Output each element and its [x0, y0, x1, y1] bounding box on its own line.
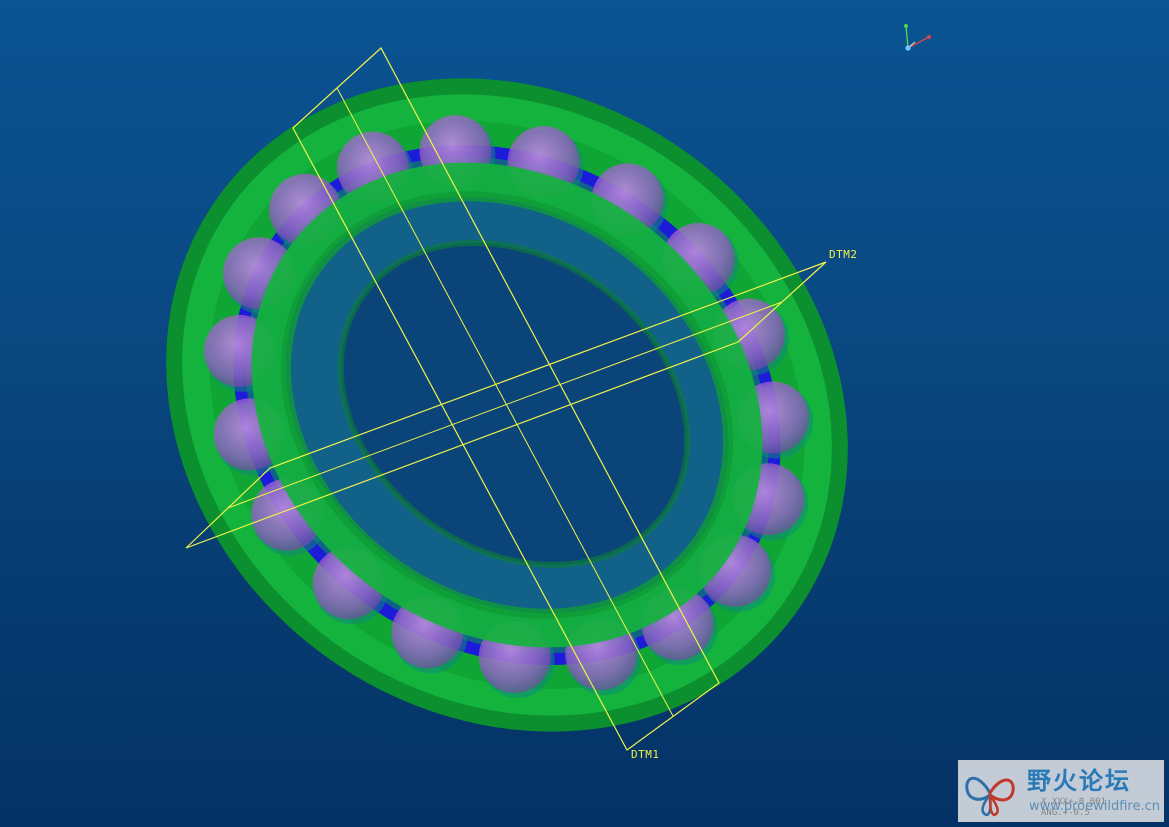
model-scene[interactable]	[0, 0, 1169, 827]
linear-tolerance: X.XXX+-0.001	[1041, 797, 1107, 807]
datum-label-dtm2[interactable]: DTM2	[829, 249, 858, 261]
angular-tolerance: ANG.+-0.5	[1041, 808, 1090, 818]
butterfly-logo-icon	[965, 776, 1015, 817]
forum-watermark: 野火论坛 www.proewildfire.cn X.XXX+-0.001 AN…	[958, 760, 1164, 822]
watermark-title: 野火论坛	[1027, 767, 1131, 795]
graphics-window[interactable]: DTM1 DTM2 野火论坛 www.proewildfire.cn X.XXX…	[0, 0, 1169, 827]
coordinate-triad-icon	[904, 24, 931, 51]
datum-label-dtm1[interactable]: DTM1	[631, 749, 660, 761]
